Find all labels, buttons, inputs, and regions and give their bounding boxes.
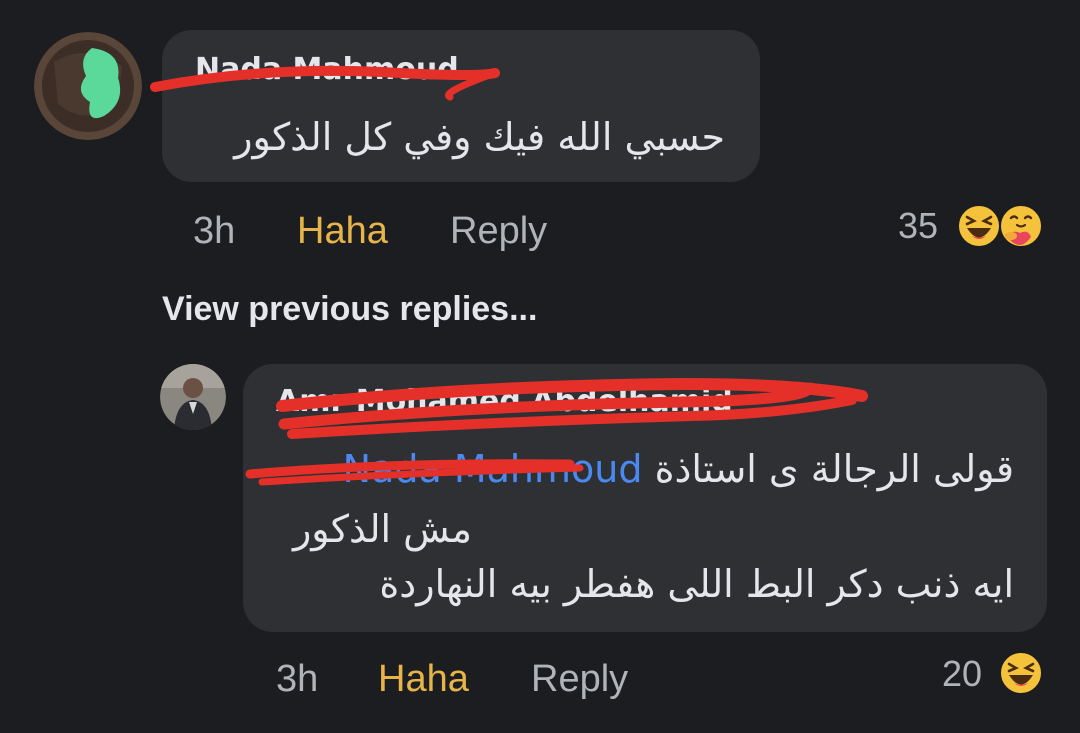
commenter-avatar[interactable] bbox=[34, 32, 142, 140]
reply-line-3: ايه ذنب دكر البط اللى هفطر بيه النهاردة bbox=[379, 562, 1014, 606]
view-previous-replies-link[interactable]: View previous replies... bbox=[162, 290, 537, 329]
reply-line-1: قولى الرجالة ى استاذة Nada Mahmoud bbox=[343, 440, 1014, 498]
haha-reaction-button[interactable]: Haha bbox=[297, 210, 388, 253]
mention-link[interactable]: Nada Mahmoud bbox=[343, 447, 643, 491]
reply-reaction-count[interactable]: 20 bbox=[942, 653, 982, 695]
care-emoji-icon bbox=[999, 204, 1043, 248]
reply-time: 3h bbox=[276, 658, 319, 700]
comment-author[interactable]: Nada Mahmoud bbox=[195, 52, 459, 87]
reply-text-line1: قولى الرجالة ى استاذة bbox=[654, 447, 1014, 491]
reply-button[interactable]: Reply bbox=[450, 210, 547, 253]
reply-author-avatar[interactable] bbox=[160, 364, 226, 430]
comment-text: حسبي الله فيك وفي كل الذكور bbox=[234, 115, 725, 159]
reply-line-2: مش الذكور bbox=[292, 507, 472, 551]
haha-emoji-icon bbox=[957, 204, 1001, 248]
comment-time: 3h bbox=[193, 210, 236, 252]
reply-author[interactable]: Amr Mohamed Abdelhamid bbox=[276, 384, 733, 419]
haha-emoji-icon bbox=[999, 651, 1043, 695]
reaction-count[interactable]: 35 bbox=[898, 205, 938, 247]
reply-haha-reaction-button[interactable]: Haha bbox=[378, 658, 469, 701]
reply-reply-button[interactable]: Reply bbox=[531, 658, 628, 701]
